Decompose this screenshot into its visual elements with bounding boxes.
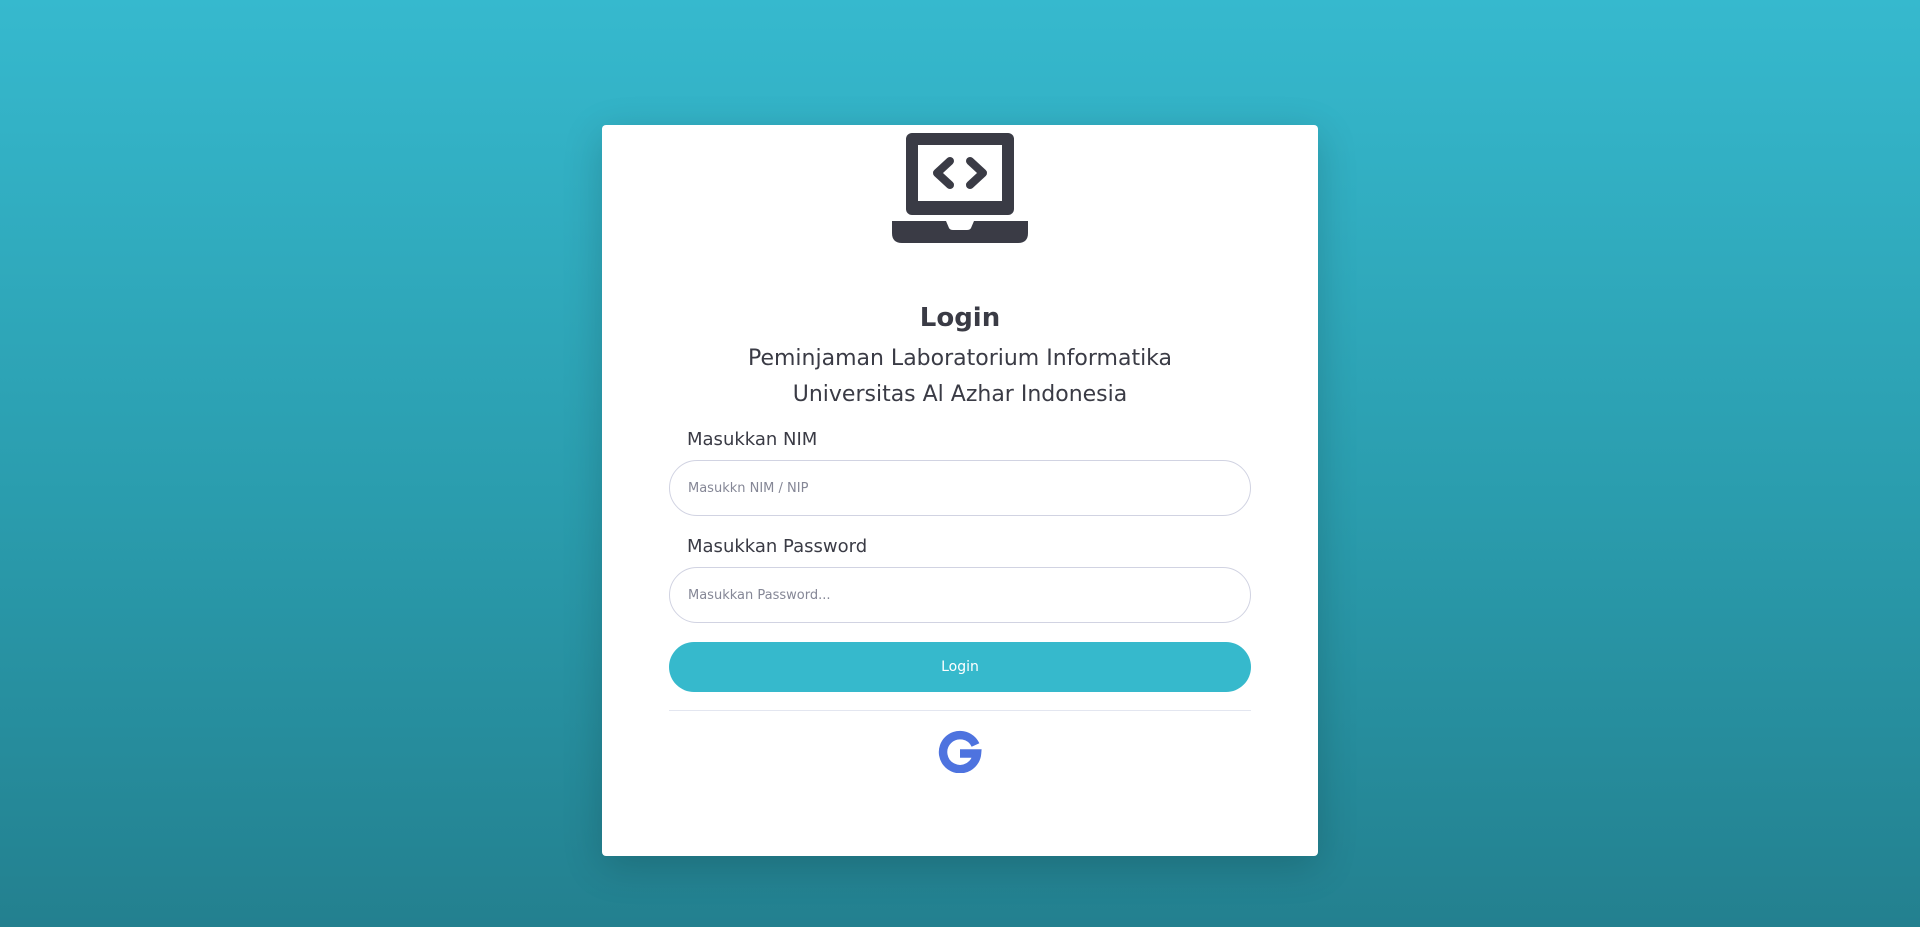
password-label: Masukkan Password <box>687 536 868 557</box>
google-icon[interactable] <box>938 729 982 773</box>
page-title: Login <box>919 303 1001 333</box>
nim-label: Masukkan NIM <box>687 429 818 450</box>
login-card: Login Peminjaman Laboratorium Informatik… <box>602 125 1318 856</box>
subtitle-university: Universitas Al Azhar Indonesia <box>792 382 1128 407</box>
login-button[interactable]: Login <box>669 642 1251 692</box>
laptop-code-icon <box>892 133 1028 243</box>
password-input[interactable] <box>669 567 1251 623</box>
subtitle-app-name: Peminjaman Laboratorium Informatika <box>747 346 1173 371</box>
divider <box>669 710 1251 711</box>
nim-input[interactable] <box>669 460 1251 516</box>
